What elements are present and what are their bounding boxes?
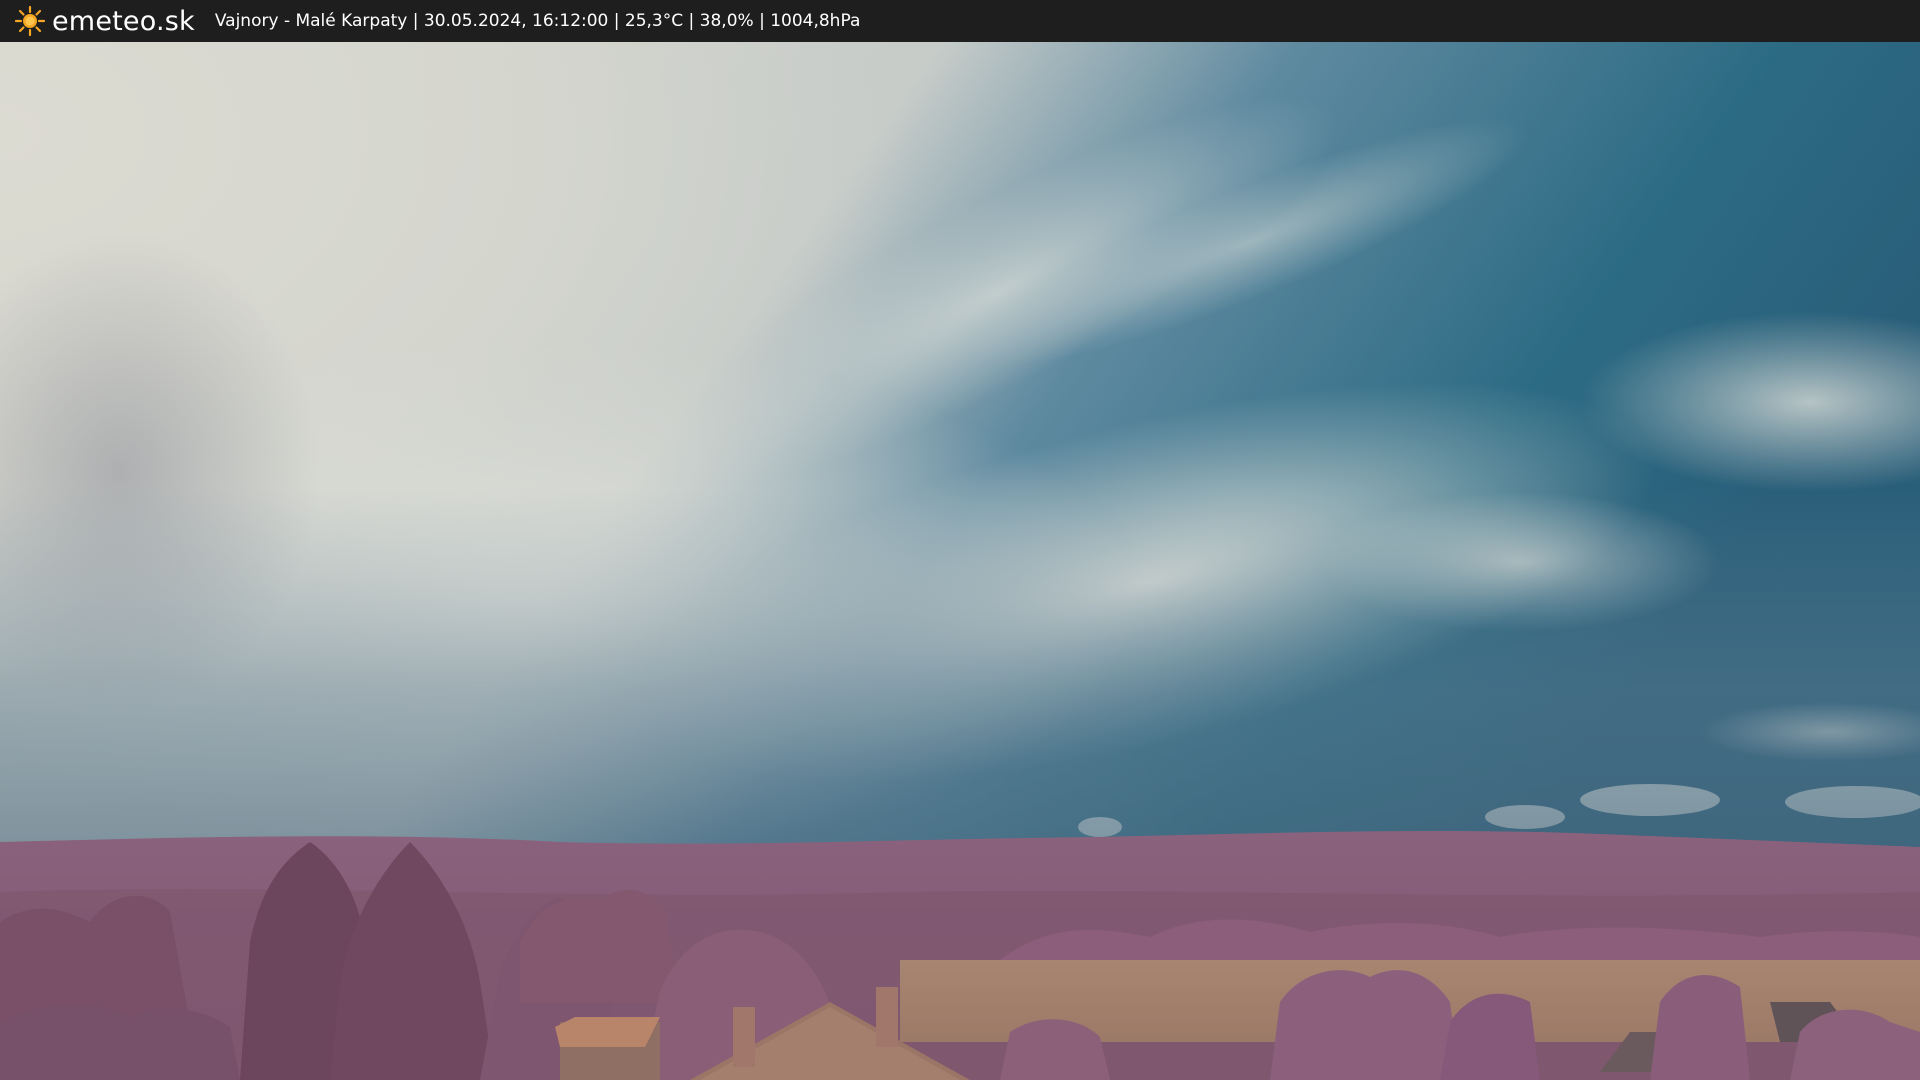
sun-icon — [14, 5, 46, 37]
station-caption: Vajnory - Malé Karpaty | 30.05.2024, 16:… — [214, 11, 861, 31]
header-bar: emeteo.sk Vajnory - Malé Karpaty | 30.05… — [0, 0, 1920, 42]
brand-name: emeteo.sk — [52, 5, 195, 37]
webcam-frame: emeteo.sk Vajnory - Malé Karpaty | 30.05… — [0, 0, 1920, 1080]
brand[interactable]: emeteo.sk — [14, 0, 195, 42]
webcam-image — [0, 42, 1920, 1080]
